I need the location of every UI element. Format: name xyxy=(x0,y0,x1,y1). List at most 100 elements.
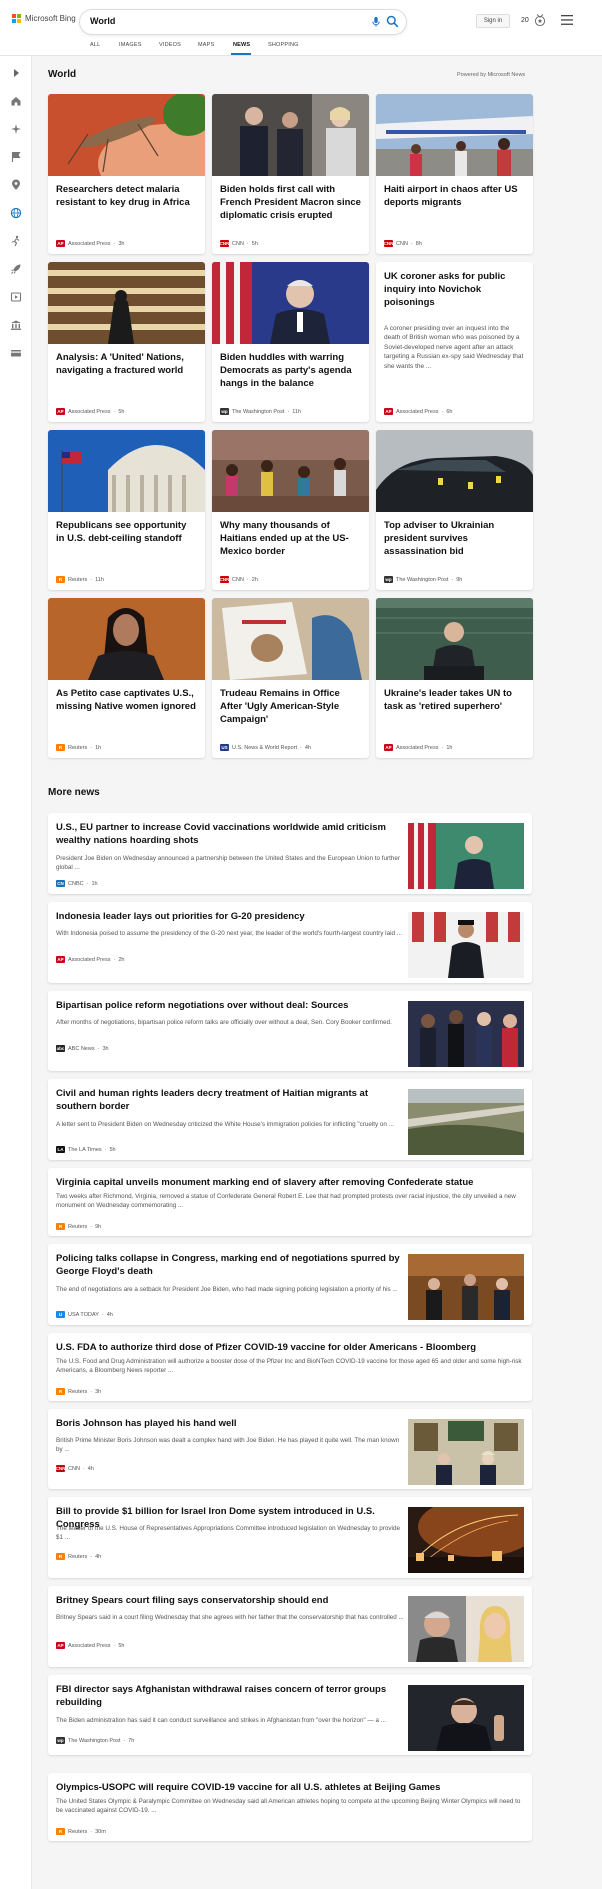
item-headline[interactable]: Boris Johnson has played his hand well xyxy=(56,1417,406,1430)
credit-card-icon[interactable] xyxy=(10,347,22,359)
source-name[interactable]: U.S. News & World Report xyxy=(232,745,297,751)
search-icon[interactable] xyxy=(386,15,399,28)
news-list-item[interactable]: U.S. FDA to authorize third dose of Pfiz… xyxy=(48,1333,532,1401)
card-headline[interactable]: Top adviser to Ukrainian president survi… xyxy=(384,519,525,558)
item-headline[interactable]: Bipartisan police reform negotiations ov… xyxy=(56,999,406,1012)
news-card[interactable]: Top adviser to Ukrainian president survi… xyxy=(376,430,533,590)
news-list-item[interactable]: Policing talks collapse in Congress, mar… xyxy=(48,1244,532,1325)
timestamp: 7h xyxy=(128,1737,135,1744)
news-card[interactable]: As Petito case captivates U.S., missing … xyxy=(48,598,205,758)
item-headline[interactable]: FBI director says Afghanistan withdrawal… xyxy=(56,1683,406,1709)
news-list-item[interactable]: Olympics-USOPC will require COVID-19 vac… xyxy=(48,1773,532,1841)
scope-images[interactable]: IMAGES xyxy=(119,42,142,48)
powered-by-label[interactable]: Powered by Microsoft News xyxy=(457,72,525,78)
news-card[interactable]: Ukraine's leader takes UN to task as 're… xyxy=(376,598,533,758)
hamburger-menu-icon[interactable] xyxy=(561,15,573,25)
item-headline[interactable]: Policing talks collapse in Congress, mar… xyxy=(56,1252,406,1278)
news-list-item[interactable]: Civil and human rights leaders decry tre… xyxy=(48,1079,532,1160)
scope-news[interactable]: NEWS xyxy=(233,42,250,48)
card-headline[interactable]: Haiti airport in chaos after US deports … xyxy=(384,183,525,209)
card-headline[interactable]: Why many thousands of Haitians ended up … xyxy=(220,519,361,558)
rocket-icon[interactable] xyxy=(10,263,22,275)
sign-in-button[interactable]: Sign in xyxy=(476,14,510,28)
source-name[interactable]: Reuters xyxy=(68,1829,87,1835)
item-headline[interactable]: U.S., EU partner to increase Covid vacci… xyxy=(56,821,406,847)
bank-icon[interactable] xyxy=(10,319,22,331)
news-list-item[interactable]: Britney Spears court filing says conserv… xyxy=(48,1586,532,1667)
source-name[interactable]: CNN xyxy=(396,241,408,247)
news-card[interactable]: Haiti airport in chaos after US deports … xyxy=(376,94,533,254)
scope-shopping[interactable]: SHOPPING xyxy=(268,42,299,48)
card-headline[interactable]: Ukraine's leader takes UN to task as 're… xyxy=(384,687,525,713)
news-list-item[interactable]: Bipartisan police reform negotiations ov… xyxy=(48,991,532,1071)
card-headline[interactable]: Biden huddles with warring Democrats as … xyxy=(220,351,361,390)
source-name[interactable]: The Washington Post xyxy=(232,409,284,415)
source-name[interactable]: The Washington Post xyxy=(396,577,448,583)
source-name[interactable]: Reuters xyxy=(68,1389,87,1395)
source-name[interactable]: CNN xyxy=(68,1466,80,1472)
item-headline[interactable]: U.S. FDA to authorize third dose of Pfiz… xyxy=(56,1341,524,1354)
source-name[interactable]: Associated Press xyxy=(68,241,111,247)
source-name[interactable]: CNN xyxy=(232,577,244,583)
source-name[interactable]: CNN xyxy=(232,241,244,247)
item-headline[interactable]: Virginia capital unveils monument markin… xyxy=(56,1176,524,1189)
globe-icon[interactable] xyxy=(10,207,22,219)
source-name[interactable]: Reuters xyxy=(68,745,87,751)
news-card[interactable]: Analysis: A 'United' Nations, navigating… xyxy=(48,262,205,422)
home-icon[interactable] xyxy=(10,95,22,107)
microphone-icon[interactable] xyxy=(370,16,382,28)
bing-logo[interactable]: Microsoft Bing xyxy=(12,14,76,23)
news-card[interactable]: Republicans see opportunity in U.S. debt… xyxy=(48,430,205,590)
news-list-item[interactable]: Virginia capital unveils monument markin… xyxy=(48,1168,532,1236)
source-name[interactable]: Associated Press xyxy=(396,745,439,751)
news-card[interactable]: Why many thousands of Haitians ended up … xyxy=(212,430,369,590)
scope-all[interactable]: ALL xyxy=(90,42,100,48)
news-list-item[interactable]: Indonesia leader lays out priorities for… xyxy=(48,902,532,983)
source-name[interactable]: Associated Press xyxy=(68,409,111,415)
source-name[interactable]: The Washington Post xyxy=(68,1738,120,1744)
source-name[interactable]: Associated Press xyxy=(68,957,111,963)
source-name[interactable]: Associated Press xyxy=(68,1643,111,1649)
news-card[interactable]: Biden holds first call with French Presi… xyxy=(212,94,369,254)
item-headline[interactable]: Civil and human rights leaders decry tre… xyxy=(56,1087,406,1113)
news-card[interactable]: Researchers detect malaria resistant to … xyxy=(48,94,205,254)
source-name[interactable]: Associated Press xyxy=(396,409,439,415)
search-box[interactable]: World xyxy=(80,10,406,34)
source-name[interactable]: The LA Times xyxy=(68,1147,102,1153)
video-icon[interactable] xyxy=(10,291,22,303)
card-headline[interactable]: As Petito case captivates U.S., missing … xyxy=(56,687,197,713)
card-headline[interactable]: Republicans see opportunity in U.S. debt… xyxy=(56,519,197,545)
card-headline[interactable]: UK coroner asks for public inquiry into … xyxy=(384,270,525,309)
news-list-item[interactable]: FBI director says Afghanistan withdrawal… xyxy=(48,1675,532,1755)
card-headline[interactable]: Biden holds first call with French Presi… xyxy=(220,183,361,222)
source-name[interactable]: Reuters xyxy=(68,577,87,583)
rewards-count[interactable]: 20 xyxy=(521,17,529,24)
flag-icon[interactable] xyxy=(10,151,22,163)
card-headline[interactable]: Trudeau Remains in Office After 'Ugly Am… xyxy=(220,687,361,726)
search-input[interactable]: World xyxy=(90,16,115,26)
item-headline[interactable]: Indonesia leader lays out priorities for… xyxy=(56,910,406,923)
news-card[interactable]: UK coroner asks for public inquiry into … xyxy=(376,262,533,422)
news-card[interactable]: Biden huddles with warring Democrats as … xyxy=(212,262,369,422)
location-pin-icon[interactable] xyxy=(10,179,22,191)
source-name[interactable]: ABC News xyxy=(68,1046,95,1052)
source-name[interactable]: USA TODAY xyxy=(68,1312,99,1318)
news-card[interactable]: Trudeau Remains in Office After 'Ugly Am… xyxy=(212,598,369,758)
card-meta: AP Associated Press · 3h xyxy=(56,240,125,247)
card-headline[interactable]: Analysis: A 'United' Nations, navigating… xyxy=(56,351,197,377)
sparkle-icon[interactable] xyxy=(10,123,22,135)
card-headline[interactable]: Researchers detect malaria resistant to … xyxy=(56,183,197,209)
item-headline[interactable]: Britney Spears court filing says conserv… xyxy=(56,1594,406,1607)
scope-videos[interactable]: VIDEOS xyxy=(159,42,181,48)
scope-maps[interactable]: MAPS xyxy=(198,42,214,48)
source-name[interactable]: CNBC xyxy=(68,881,84,887)
item-headline[interactable]: Olympics-USOPC will require COVID-19 vac… xyxy=(56,1781,524,1794)
rewards-medal-icon[interactable] xyxy=(533,13,547,27)
source-name[interactable]: Reuters xyxy=(68,1224,87,1230)
news-list-item[interactable]: Bill to provide $1 billion for Israel Ir… xyxy=(48,1497,532,1578)
news-list-item[interactable]: U.S., EU partner to increase Covid vacci… xyxy=(48,813,532,894)
source-name[interactable]: Reuters xyxy=(68,1554,87,1560)
running-figure-icon[interactable] xyxy=(10,235,22,247)
expand-chevron-icon[interactable] xyxy=(10,67,22,79)
news-list-item[interactable]: Boris Johnson has played his hand well B… xyxy=(48,1409,532,1489)
